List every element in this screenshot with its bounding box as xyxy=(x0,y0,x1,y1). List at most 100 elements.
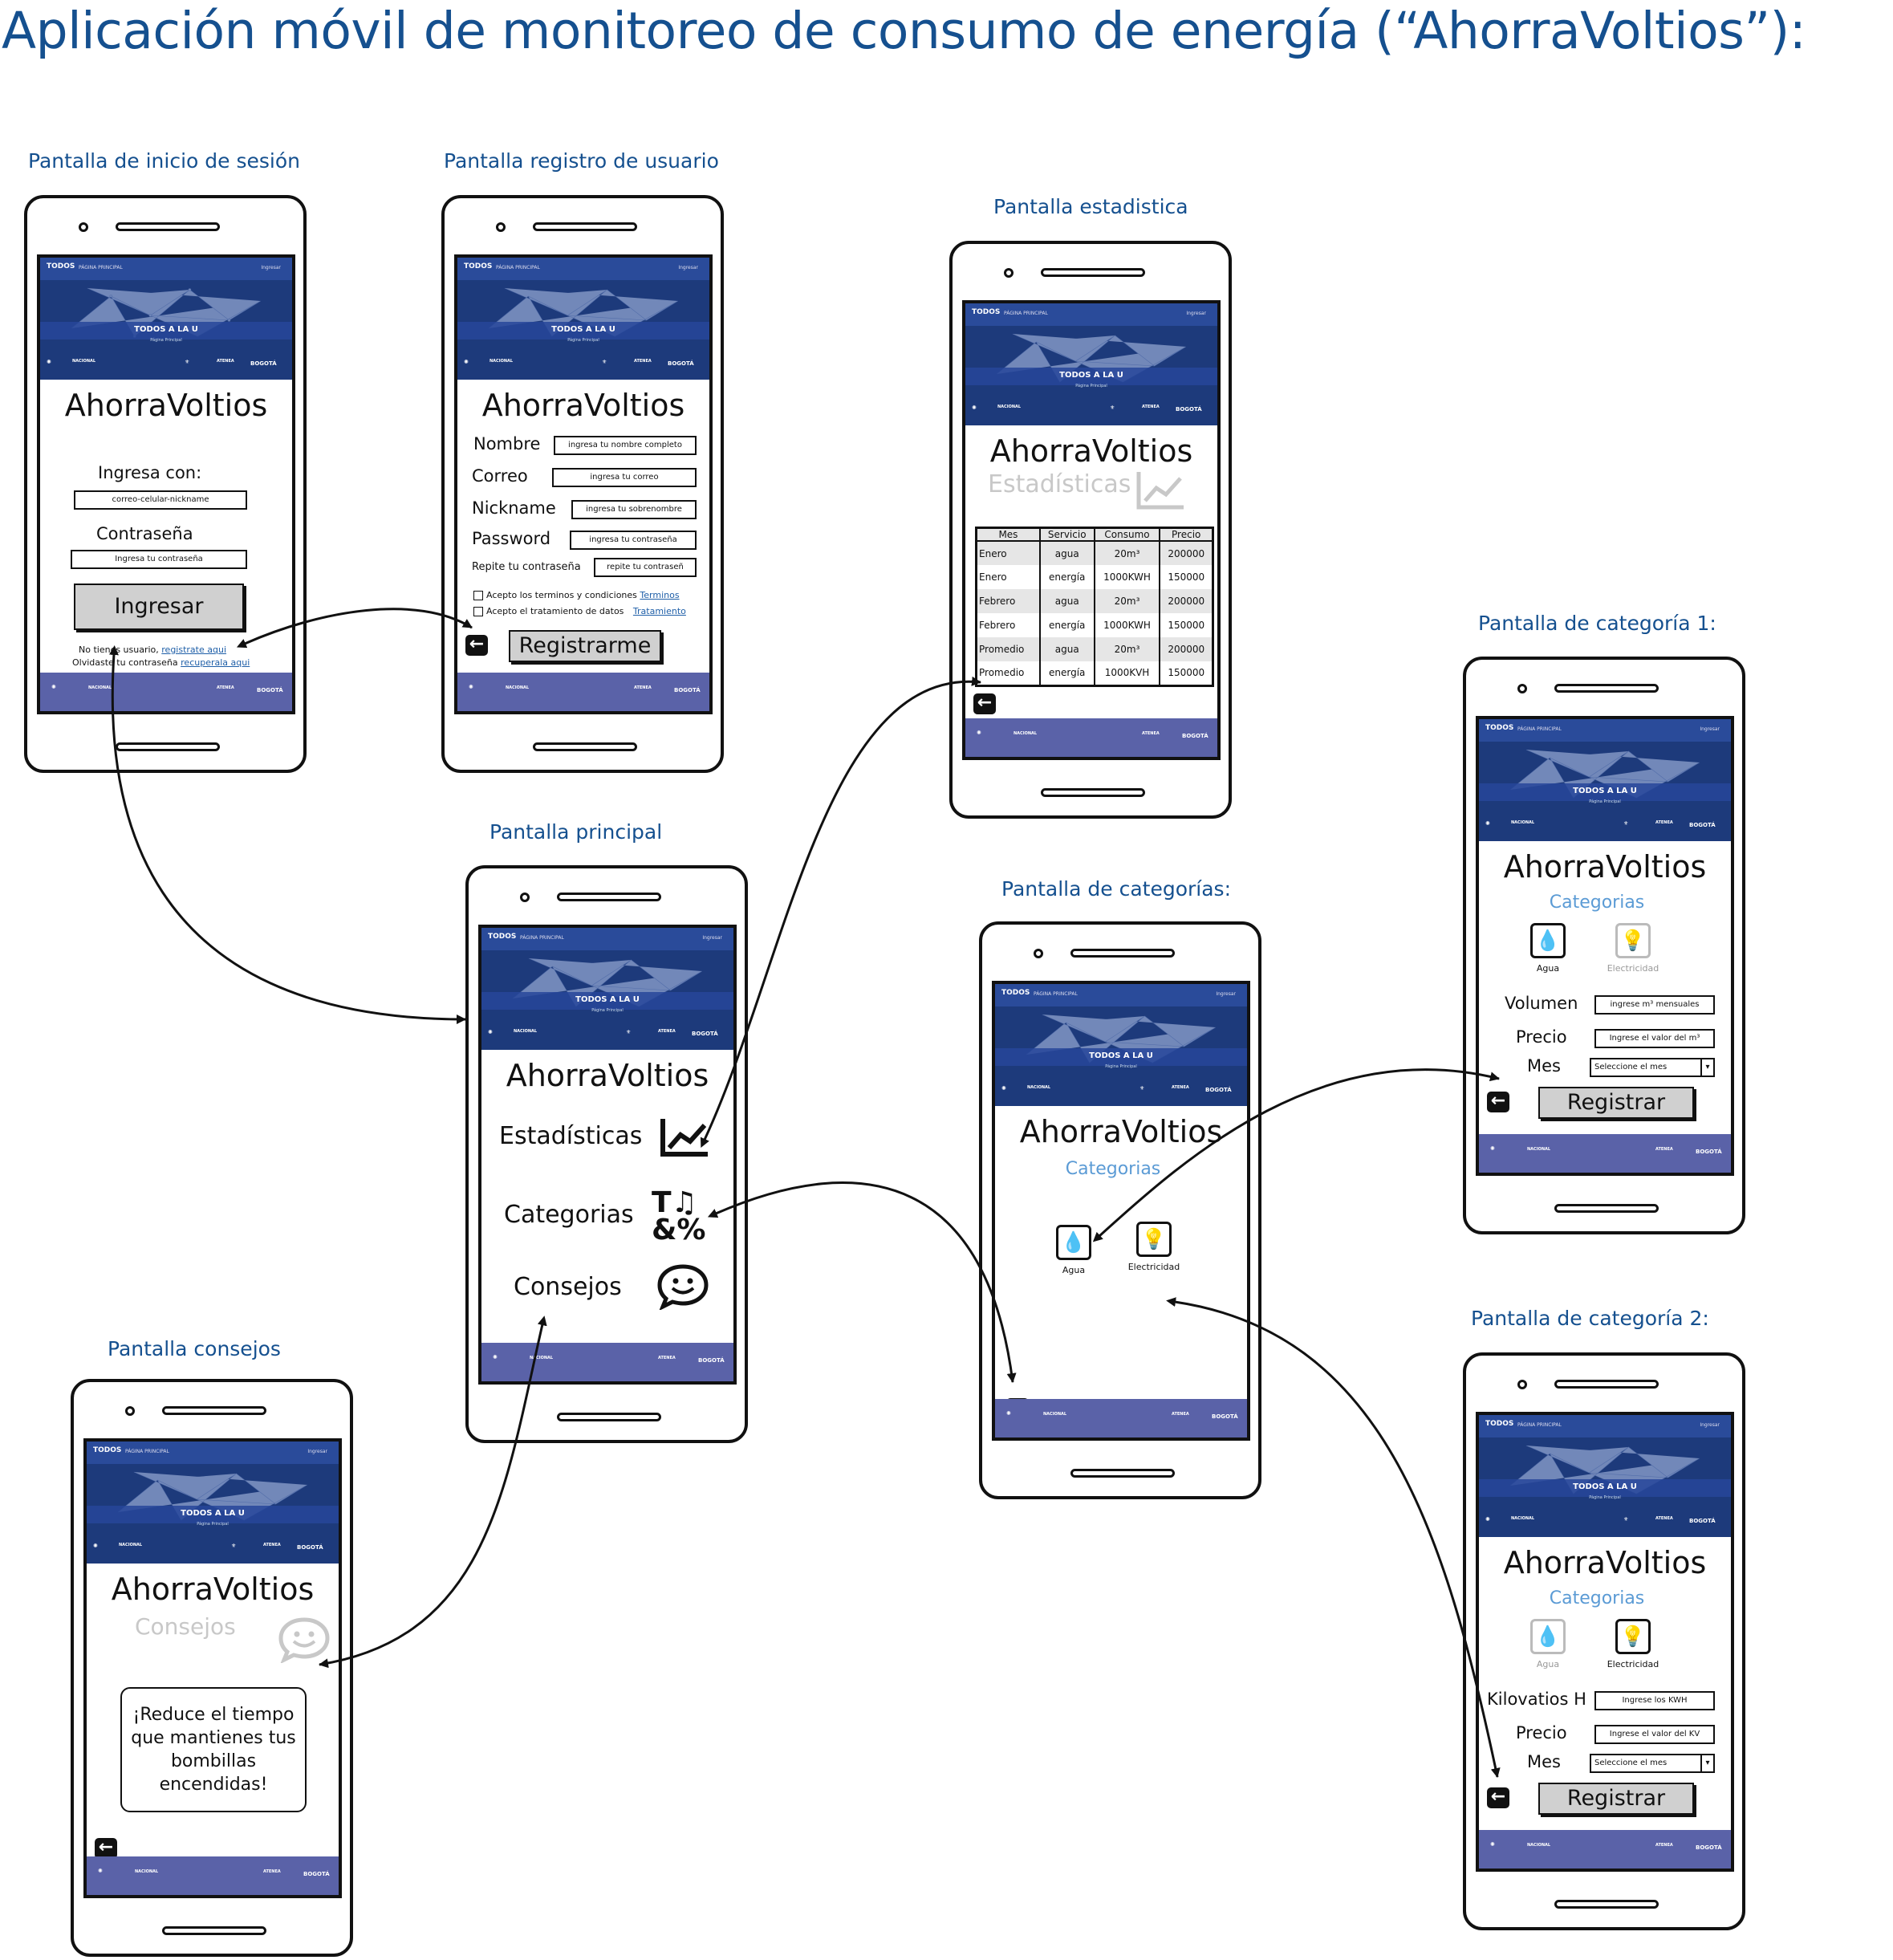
register-button[interactable]: Registrar xyxy=(1538,1783,1694,1815)
app-name: AhorraVoltios xyxy=(111,1572,315,1607)
price-input[interactable]: Ingrese el valor del KV xyxy=(1594,1725,1715,1744)
chart-line-icon[interactable] xyxy=(660,1116,711,1157)
light-bulb-icon[interactable]: 💡 xyxy=(1615,923,1651,958)
table-row: Promedio agua 20m³ 200000 xyxy=(975,637,1214,661)
price-input[interactable]: Ingrese el valor del m³ xyxy=(1594,1029,1715,1048)
month-label: Mes xyxy=(1527,1752,1561,1771)
stats-screen-title: Pantalla estadistica xyxy=(993,195,1188,218)
volume-input[interactable]: ingrese m³ mensuales xyxy=(1594,995,1715,1015)
login-phone: TODOS PÁGINA PRINCIPAL Ingresar TODOS A LA… xyxy=(24,195,307,773)
menu-item-estadisticas[interactable]: Estadísticas xyxy=(499,1122,642,1150)
cat1-phone: TODOS PÁGINA PRINCIPAL Ingresar TODOS A LA… xyxy=(1463,657,1745,1234)
register-phone: TODOS PÁGINA PRINCIPAL Ingresar TODOS A LA… xyxy=(441,195,724,773)
register-screen-title: Pantalla registro de usuario xyxy=(444,149,719,173)
app-name: AhorraVoltios xyxy=(1019,1114,1223,1149)
kwh-input[interactable]: Ingrese los KWH xyxy=(1594,1691,1715,1710)
tip-bubble: ¡Reduce el tiempo que mantienes tus bomb… xyxy=(120,1687,307,1812)
banner: TODOS PÁGINA PRINCIPAL Ingresar TODOS A LA… xyxy=(40,258,292,380)
user-input[interactable]: correo-celular-nickname xyxy=(74,490,247,510)
categories-icon[interactable]: T♫ &% xyxy=(652,1189,705,1245)
data-link[interactable]: Tratamiento xyxy=(633,606,686,616)
banner: TODOS PÁGINA PRINCIPAL Ingresar TODOS A LA… xyxy=(965,303,1217,425)
section-title: Categorias xyxy=(1065,1159,1161,1179)
register-button[interactable]: Registrar xyxy=(1538,1087,1694,1119)
section-title: Estadísticas xyxy=(988,470,1131,498)
water-label: Agua xyxy=(1062,1265,1086,1275)
footer: ✺ NACIONAL ATENEA BOGOTÁ xyxy=(457,673,709,711)
water-drop-icon[interactable]: 💧 xyxy=(1056,1225,1091,1260)
repeat-password-input[interactable]: repite tu contraseñ xyxy=(594,558,697,577)
footer: ✺ NACIONAL ATENEA BOGOTÁ xyxy=(965,718,1217,757)
login-button[interactable]: Ingresar xyxy=(74,584,244,630)
password-input[interactable]: Ingresa tu contraseña xyxy=(71,550,247,569)
cat1-screen: TODOS PÁGINA PRINCIPAL Ingresar TODOS A LA… xyxy=(1476,716,1734,1176)
volume-label: Volumen xyxy=(1505,994,1578,1013)
terms-link[interactable]: Terminos xyxy=(640,590,679,600)
correo-input[interactable]: ingresa tu correo xyxy=(552,468,697,487)
terms-checkbox[interactable]: Acepto los terminos y condiciones Termin… xyxy=(473,590,680,600)
tips-screen: TODOS PÁGINA PRINCIPAL Ingresar TODOS A LA… xyxy=(83,1438,342,1898)
chevron-down-icon: ▾ xyxy=(1700,1059,1713,1076)
menu-item-categorias[interactable]: Categorias xyxy=(504,1201,634,1229)
nickname-input[interactable]: ingresa tu sobrenombre xyxy=(571,500,697,519)
nombre-input[interactable]: ingresa tu nombre completo xyxy=(554,436,697,455)
table-row: Promedio energía 1000KVH 150000 xyxy=(975,661,1214,685)
footer: ✺ NACIONAL ATENEA BOGOTÁ xyxy=(87,1856,339,1895)
light-bulb-icon[interactable]: 💡 xyxy=(1136,1222,1172,1257)
menu-item-consejos[interactable]: Consejos xyxy=(514,1273,622,1301)
back-arrow-icon[interactable]: ← xyxy=(1487,1787,1509,1808)
register-link[interactable]: registrate aqui xyxy=(161,645,226,655)
back-arrow-icon[interactable]: ← xyxy=(465,635,488,656)
water-drop-icon[interactable]: 💧 xyxy=(1530,1619,1566,1654)
password-input[interactable]: ingresa tu contraseña xyxy=(570,531,697,550)
section-title: Consejos xyxy=(135,1613,236,1640)
light-bulb-icon[interactable]: 💡 xyxy=(1615,1619,1651,1654)
footer: ✺ NACIONAL ATENEA BOGOTÁ xyxy=(481,1343,733,1381)
cat2-screen-title: Pantalla de categoría 2: xyxy=(1471,1307,1709,1330)
main-screen-title: Pantalla principal xyxy=(489,820,663,844)
electricity-label: Electricidad xyxy=(1607,1659,1659,1669)
arrow-main-categories xyxy=(707,1181,1017,1383)
water-label: Agua xyxy=(1536,963,1560,974)
app-name: AhorraVoltios xyxy=(481,388,685,423)
correo-label: Correo xyxy=(472,466,528,486)
electricity-label: Electricidad xyxy=(1127,1262,1180,1272)
main-screen: TODOS PÁGINA PRINCIPAL Ingresar TODOS A LA… xyxy=(478,925,737,1385)
cat1-screen-title: Pantalla de categoría 1: xyxy=(1478,612,1716,635)
banner: TODOS PÁGINA PRINCIPAL Ingresar TODOS A LA… xyxy=(1479,1415,1731,1537)
main-phone: TODOS PÁGINA PRINCIPAL Ingresar TODOS A LA… xyxy=(465,865,748,1443)
data-checkbox[interactable]: Acepto el tratamiento de datos Tratamien… xyxy=(473,606,686,616)
cat2-phone: TODOS PÁGINA PRINCIPAL Ingresar TODOS A LA… xyxy=(1463,1352,1745,1930)
login-screen: TODOS PÁGINA PRINCIPAL Ingresar TODOS A LA… xyxy=(37,254,295,714)
cat2-screen: TODOS PÁGINA PRINCIPAL Ingresar TODOS A LA… xyxy=(1476,1412,1734,1872)
banner: TODOS PÁGINA PRINCIPAL Ingresar TODOS A LA… xyxy=(457,258,709,380)
banner: TODOS PÁGINA PRINCIPAL Ingresar TODOS A LA… xyxy=(87,1442,339,1564)
water-drop-icon[interactable]: 💧 xyxy=(1530,923,1566,958)
password-label: Contraseña xyxy=(96,524,193,543)
price-label: Precio xyxy=(1516,1027,1567,1047)
password-label: Password xyxy=(472,529,551,548)
section-title: Categorias xyxy=(1549,893,1645,913)
register-button[interactable]: Registrarme xyxy=(509,630,661,662)
table-row: Febrero energía 1000KWH 150000 xyxy=(975,613,1214,637)
categories-phone: TODOS PÁGINA PRINCIPAL Ingresar TODOS A LA… xyxy=(979,921,1261,1499)
app-name: AhorraVoltios xyxy=(64,388,268,423)
month-select[interactable]: Seleccione el mes ▾ xyxy=(1590,1754,1715,1773)
login-screen-title: Pantalla de inicio de sesión xyxy=(28,149,300,173)
tips-screen-title: Pantalla consejos xyxy=(108,1337,281,1360)
table-row: Enero agua 20m³ 200000 xyxy=(975,541,1214,565)
month-select[interactable]: Seleccione el mes ▾ xyxy=(1590,1058,1715,1077)
back-arrow-icon[interactable]: ← xyxy=(1487,1092,1509,1112)
month-label: Mes xyxy=(1527,1056,1561,1076)
app-name: AhorraVoltios xyxy=(989,433,1193,469)
page-title: Aplicación móvil de monitoreo de consumo… xyxy=(2,2,1806,60)
ingresa-con-label: Ingresa con: xyxy=(98,463,202,482)
app-name: AhorraVoltios xyxy=(506,1058,709,1093)
banner: TODOS PÁGINA PRINCIPAL Ingresar TODOS A LA… xyxy=(481,928,733,1050)
register-screen: TODOS PÁGINA PRINCIPAL Ingresar TODOS A LA… xyxy=(454,254,713,714)
back-arrow-icon[interactable]: ← xyxy=(973,693,996,714)
chart-line-icon xyxy=(1136,472,1184,510)
recover-link[interactable]: recuperala aqui xyxy=(181,657,250,668)
banner: TODOS PÁGINA PRINCIPAL Ingresar TODOS A LA… xyxy=(1479,719,1731,841)
smiley-chat-icon[interactable] xyxy=(656,1263,709,1310)
